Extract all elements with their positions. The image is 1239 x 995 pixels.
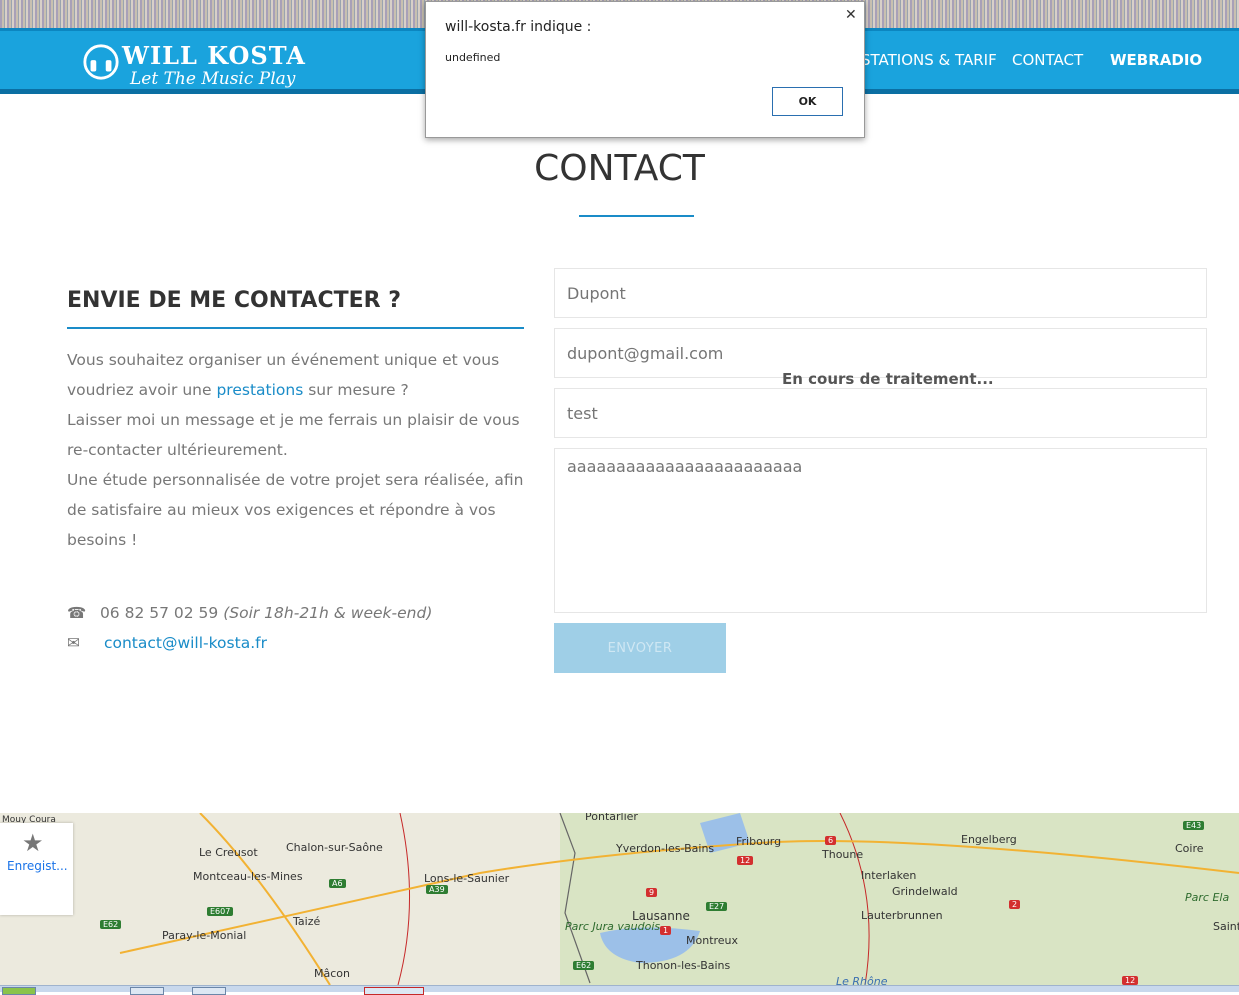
route-badge: E27 xyxy=(706,902,728,911)
email-line: ✉ contact@will-kosta.fr xyxy=(67,634,267,652)
processing-status: En cours de traitement... xyxy=(782,370,994,388)
taskbar-app-button[interactable] xyxy=(364,987,424,995)
headphones-icon xyxy=(83,44,119,80)
intro-paragraph: Vous souhaitez organiser un événement un… xyxy=(67,345,527,405)
taskbar-app-button[interactable] xyxy=(192,987,226,995)
route-badge: 6 xyxy=(825,836,837,845)
nav-prestations[interactable]: STATIONS & TARIF xyxy=(861,51,997,69)
map-label-saint: Saint xyxy=(1213,920,1239,933)
save-label: Enregist... xyxy=(7,859,68,873)
prestations-link[interactable]: prestations xyxy=(216,381,303,399)
contact-heading: ENVIE DE ME CONTACTER ? xyxy=(67,288,401,313)
map-label-fribourg: Fribourg xyxy=(736,835,782,848)
dialog-title: will-kosta.fr indique : xyxy=(445,19,592,35)
taskbar-app-button[interactable] xyxy=(130,987,164,995)
title-divider xyxy=(579,215,694,217)
phone-number: 06 82 57 02 59 xyxy=(99,604,219,622)
map-label-chalon: Chalon-sur-Saône xyxy=(286,841,383,854)
map-label-coire: Coire xyxy=(1175,842,1204,855)
map-label-grindelwald: Grindelwald xyxy=(892,885,958,898)
taskbar xyxy=(0,985,1239,995)
save-to-maps-widget[interactable]: ★ Enregist... xyxy=(0,823,73,915)
route-badge: A6 xyxy=(329,879,346,888)
map-label-macon: Mâcon xyxy=(314,967,350,980)
phone-icon: ☎ xyxy=(67,604,87,622)
map-label-yverdon: Yverdon-les-Bains xyxy=(616,842,715,855)
map-label-thonon: Thonon-les-Bains xyxy=(636,959,731,972)
map-label-interlaken: Interlaken xyxy=(861,869,917,882)
phone-hours: (Soir 18h-21h & week-end) xyxy=(223,604,433,622)
logo-title: WILL KOSTA xyxy=(122,41,306,70)
map-label-parc-ela: Parc Ela xyxy=(1185,891,1230,904)
intro-text-b: sur mesure ? xyxy=(303,381,409,399)
send-button[interactable]: ENVOYER xyxy=(554,623,726,673)
map-label-taize: Taizé xyxy=(293,915,321,928)
close-icon[interactable]: ✕ xyxy=(845,7,857,23)
map-label-paray: Paray-le-Monial xyxy=(162,929,247,942)
message-paragraph: Laisser moi un message et je me ferrais … xyxy=(67,411,520,459)
site-logo[interactable]: WILL KOSTA Let The Music Play xyxy=(82,39,322,93)
logo-subtitle: Let The Music Play xyxy=(130,69,296,89)
route-badge: 12 xyxy=(1122,976,1139,985)
map-label-montceau: Montceau-les-Mines xyxy=(193,870,303,883)
name-field[interactable] xyxy=(554,268,1207,318)
message-field[interactable] xyxy=(554,448,1207,613)
map-label-engelberg: Engelberg xyxy=(961,833,1017,846)
route-badge: 1 xyxy=(660,926,672,935)
map-label-rhone: Le Rhône xyxy=(836,975,888,985)
route-badge: 9 xyxy=(646,888,658,897)
route-badge: 2 xyxy=(1009,900,1021,909)
map-terrain xyxy=(119,813,1239,985)
map-label-parc-jura: Parc Jura vaudois xyxy=(565,920,661,933)
dialog-message: undefined xyxy=(445,51,501,64)
map-label-thoune: Thoune xyxy=(822,848,864,861)
route-badge: A39 xyxy=(426,885,448,894)
alert-dialog: will-kosta.fr indique : ✕ undefined OK xyxy=(425,1,865,138)
map-label-montreux: Montreux xyxy=(686,934,739,947)
route-badge: E62 xyxy=(100,920,122,929)
star-icon: ★ xyxy=(22,829,44,857)
map-label-pontarlier: Pontarlier xyxy=(585,813,638,823)
page-title: CONTACT xyxy=(534,148,705,189)
study-paragraph: Une étude personnalisée de votre projet … xyxy=(67,471,524,549)
ok-button[interactable]: OK xyxy=(772,87,843,116)
heading-divider xyxy=(67,327,524,329)
nav-contact[interactable]: CONTACT xyxy=(1012,51,1083,69)
route-badge: 12 xyxy=(737,856,754,865)
map-label-lons: Lons-le-Saunier xyxy=(424,872,510,885)
route-badge: E62 xyxy=(573,961,595,970)
subject-field[interactable] xyxy=(554,388,1207,438)
map[interactable]: Pontarlier Le Creusot Chalon-sur-Saône M… xyxy=(0,813,1239,985)
map-label-le-creusot: Le Creusot xyxy=(199,846,258,859)
route-badge: E43 xyxy=(1183,821,1205,830)
route-badge: E607 xyxy=(207,907,234,916)
phone-line: ☎ 06 82 57 02 59 (Soir 18h-21h & week-en… xyxy=(67,604,432,622)
nav-webradio[interactable]: WEBRADIO xyxy=(1110,51,1202,69)
taskbar-start-button[interactable] xyxy=(2,987,36,995)
email-link[interactable]: contact@will-kosta.fr xyxy=(104,634,267,652)
map-label-lauterbrunnen: Lauterbrunnen xyxy=(861,909,943,922)
envelope-icon: ✉ xyxy=(67,634,80,652)
